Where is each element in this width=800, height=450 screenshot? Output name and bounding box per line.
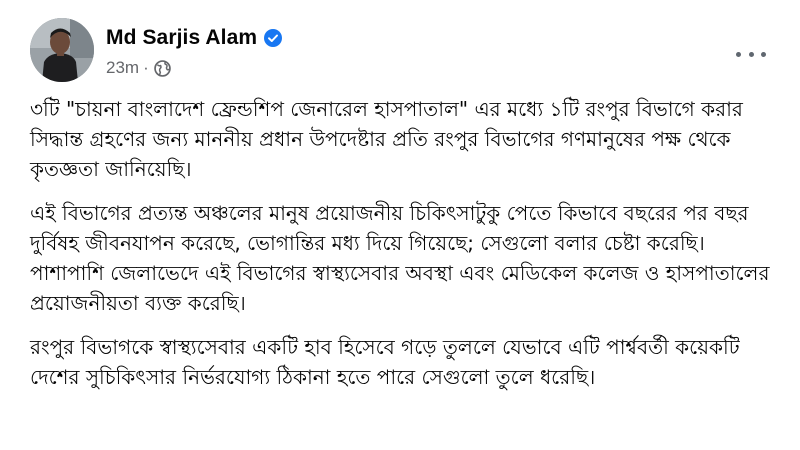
meta-separator: · bbox=[143, 58, 149, 77]
post-paragraph: ৩টি "চায়না বাংলাদেশ ফ্রেন্ডশিপ জেনারেল … bbox=[30, 97, 750, 181]
author-row: Md Sarjis Alam bbox=[106, 24, 283, 52]
author-block: Md Sarjis Alam 23m · bbox=[106, 24, 283, 78]
author-name[interactable]: Md Sarjis Alam bbox=[106, 26, 257, 50]
author-avatar[interactable] bbox=[30, 18, 94, 82]
globe-icon[interactable] bbox=[153, 59, 171, 77]
post-meta: 23m · bbox=[106, 58, 282, 78]
more-horizontal-icon-dot bbox=[748, 51, 754, 57]
post-body: ৩টি "চায়না বাংলাদেশ ফ্রেন্ডশিপ জেনারেল … bbox=[30, 94, 770, 406]
verified-badge-icon bbox=[264, 29, 283, 47]
post-timestamp[interactable]: 23m bbox=[106, 58, 139, 78]
post-paragraph: এই বিভাগের প্রত্যন্ত অঞ্চলের মানুষ প্রয়… bbox=[30, 201, 776, 315]
more-options-button[interactable] bbox=[736, 44, 766, 64]
facebook-post: Md Sarjis Alam 23m · ৩টি "চায়না বাংলাদে… bbox=[0, 0, 800, 450]
profile-photo-icon bbox=[30, 18, 94, 82]
post-paragraph: রংপুর বিভাগকে স্বাস্থ্যসেবার একটি হাব হি… bbox=[30, 335, 746, 389]
post-header: Md Sarjis Alam 23m · bbox=[30, 18, 780, 88]
more-horizontal-icon-dot bbox=[761, 51, 766, 57]
more-horizontal-icon-dot bbox=[736, 51, 741, 57]
